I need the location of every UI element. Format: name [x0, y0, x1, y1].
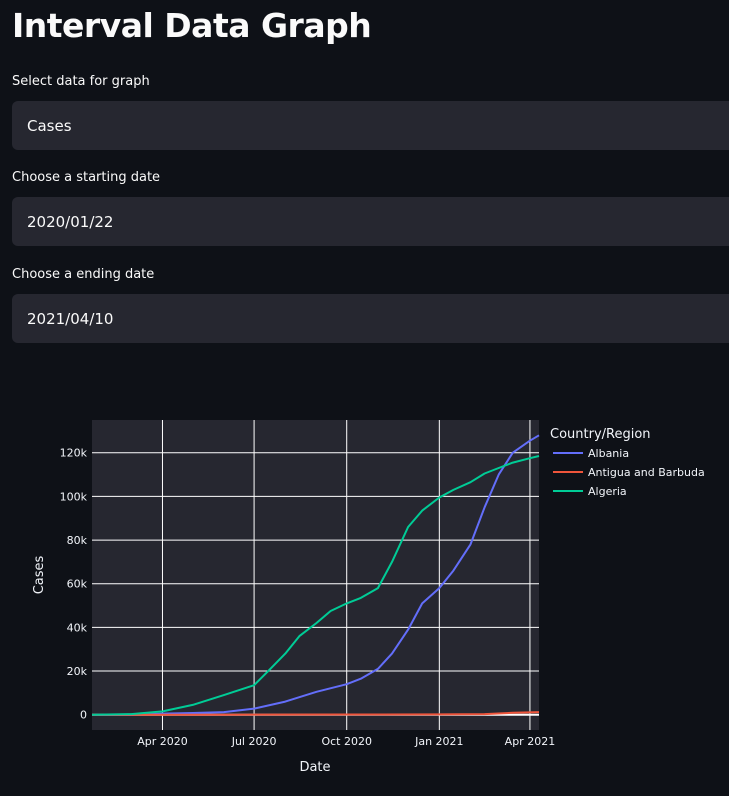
data-select-label: Select data for graph — [12, 74, 150, 89]
y-tick-label: 20k — [67, 665, 88, 678]
x-tick-labels: Apr 2020 Jul 2020 Oct 2020 Jan 2021 Apr 2021 — [137, 735, 555, 748]
y-tick-label: 60k — [67, 578, 88, 591]
plot-area — [92, 420, 539, 730]
data-select-dropdown[interactable]: Cases — [12, 101, 729, 150]
legend[interactable]: Country/Region Albania Antigua and Barbud… — [550, 427, 705, 498]
y-axis-title: Cases — [32, 555, 47, 594]
start-date-label: Choose a starting date — [12, 170, 161, 185]
y-tick-labels: 0 20k 40k 60k 80k 100k 120k — [60, 447, 88, 722]
legend-title: Country/Region — [550, 427, 651, 442]
y-tick-label: 80k — [67, 534, 88, 547]
y-tick-label: 40k — [67, 621, 88, 634]
x-tick-label: Apr 2021 — [505, 735, 556, 748]
x-axis-title: Date — [299, 760, 330, 775]
end-date-value: 2021/04/10 — [27, 309, 114, 328]
y-tick-label: 120k — [60, 447, 88, 460]
legend-label-algeria: Algeria — [588, 485, 627, 498]
x-tick-label: Jul 2020 — [231, 735, 277, 748]
x-tick-label: Oct 2020 — [321, 735, 372, 748]
page-title: Interval Data Graph — [12, 6, 372, 45]
data-select-value: Cases — [27, 116, 72, 135]
legend-label-albania: Albania — [588, 447, 629, 460]
end-date-input[interactable]: 2021/04/10 — [12, 294, 729, 343]
x-tick-label: Jan 2021 — [414, 735, 463, 748]
y-tick-label: 100k — [60, 490, 88, 503]
x-tick-label: Apr 2020 — [137, 735, 188, 748]
y-tick-label: 0 — [80, 709, 87, 722]
end-date-label: Choose a ending date — [12, 267, 155, 282]
line-chart[interactable]: 0 20k 40k 60k 80k 100k 120k Apr 2020 Jul 2020 Oc… — [0, 400, 729, 796]
start-date-input[interactable]: 2020/01/22 — [12, 197, 729, 246]
legend-label-antigua-and-barbuda: Antigua and Barbuda — [588, 466, 705, 479]
start-date-value: 2020/01/22 — [27, 212, 114, 231]
